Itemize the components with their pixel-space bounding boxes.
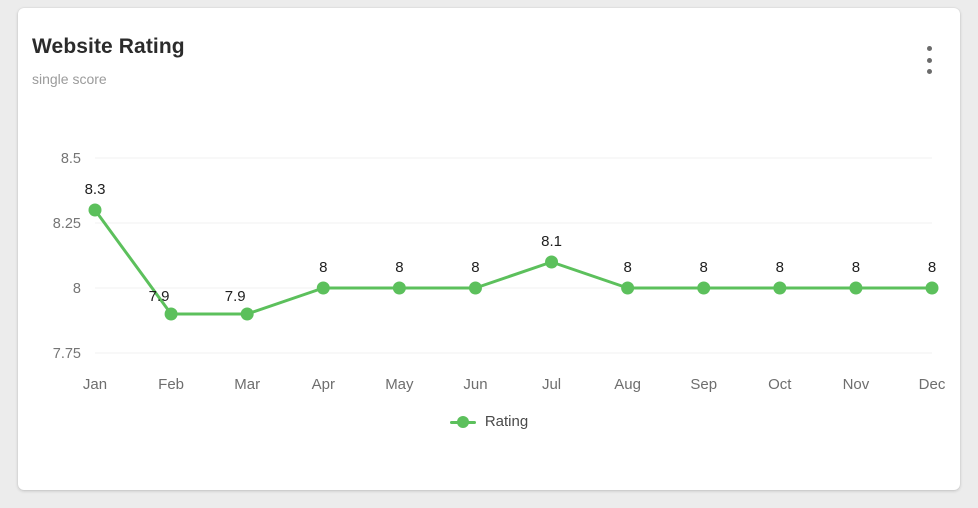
- x-axis-tick-label: Oct: [768, 376, 792, 393]
- x-axis-tick-label: Sep: [690, 376, 717, 393]
- kebab-dot-3: [926, 69, 932, 74]
- kebab-dot-2: [926, 57, 932, 63]
- y-axis-tick-label: 8: [73, 281, 81, 297]
- card-header: Website Rating single score: [32, 34, 632, 89]
- data-point-label: 7.9: [225, 288, 246, 305]
- data-point[interactable]: [621, 281, 635, 295]
- y-axis-tick-label: 8.5: [61, 151, 81, 167]
- legend-marker-icon: [449, 415, 476, 429]
- y-axis-tick-label: 7.75: [53, 346, 81, 362]
- data-point[interactable]: [849, 281, 863, 295]
- data-point-label: 8.3: [85, 181, 106, 198]
- data-point[interactable]: [392, 281, 406, 295]
- data-point[interactable]: [88, 203, 102, 217]
- kebab-menu-icon[interactable]: [920, 44, 938, 76]
- data-point-label: 8: [395, 259, 403, 276]
- x-axis-tick-label: Feb: [158, 376, 184, 393]
- data-point-label: 8: [471, 259, 479, 276]
- data-point-label: 8.1: [541, 233, 562, 250]
- data-point[interactable]: [773, 281, 787, 295]
- page-title: Website Rating: [32, 35, 185, 58]
- kebab-dot-1: [926, 46, 932, 51]
- x-axis-tick-label: Apr: [312, 376, 335, 393]
- chart-card: Website Rating single score 8.5 8.25 8 7.75…: [18, 8, 960, 490]
- data-point-label: 7.9: [149, 288, 170, 305]
- x-axis-tick-label: Jul: [542, 376, 561, 393]
- card-subtitle: single score: [32, 71, 107, 87]
- x-axis-tick-label: Dec: [919, 376, 946, 393]
- data-point[interactable]: [697, 281, 711, 295]
- data-point-label: 8: [852, 259, 860, 276]
- data-point-label: 8: [776, 259, 784, 276]
- data-point[interactable]: [164, 307, 178, 321]
- x-axis-tick-label: Mar: [234, 376, 260, 393]
- x-axis-tick-label: Jun: [463, 376, 487, 393]
- x-axis-tick-label: Nov: [843, 376, 870, 393]
- data-point-label: 8: [928, 259, 936, 276]
- x-axis-tick-label: May: [385, 376, 414, 393]
- data-point[interactable]: [240, 307, 254, 321]
- data-point-label: 8: [319, 259, 327, 276]
- data-point[interactable]: [468, 281, 482, 295]
- y-axis-tick-label: 8.25: [53, 216, 81, 232]
- legend-label: Rating: [484, 413, 529, 430]
- data-point[interactable]: [925, 281, 939, 295]
- data-point-label: 8: [700, 259, 708, 276]
- data-point[interactable]: [316, 281, 330, 295]
- series-line-rating: [93, 208, 934, 316]
- data-point[interactable]: [545, 255, 559, 269]
- data-point-label: 8: [623, 259, 631, 276]
- x-axis-tick-label: Aug: [614, 376, 641, 393]
- chart-legend: Rating: [18, 413, 960, 430]
- legend-item-rating[interactable]: Rating: [449, 413, 529, 430]
- x-axis-tick-label: Jan: [83, 376, 107, 393]
